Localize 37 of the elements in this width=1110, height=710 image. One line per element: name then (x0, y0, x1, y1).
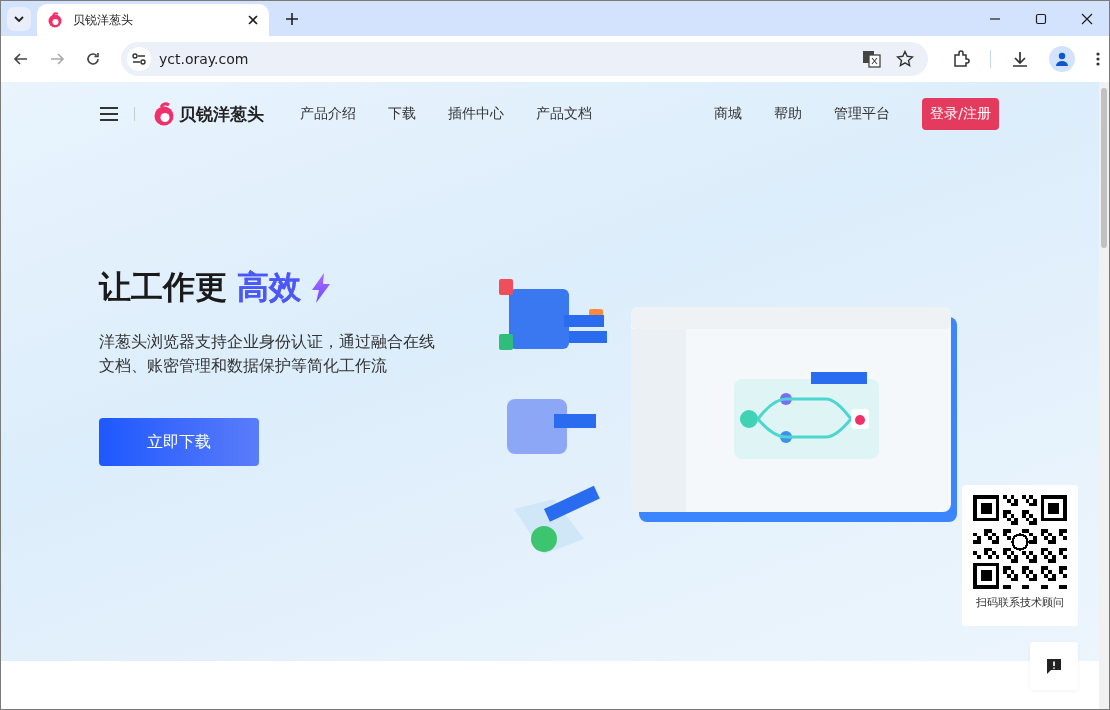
close-tab-icon[interactable] (247, 14, 259, 26)
new-tab-icon[interactable] (285, 11, 299, 26)
lightning-icon (311, 273, 331, 303)
login-button[interactable]: 登录/注册 (922, 98, 999, 130)
reload-icon[interactable] (85, 51, 101, 67)
nav-link[interactable]: 商城 (714, 105, 743, 123)
nav-link[interactable]: 插件中心 (448, 105, 504, 123)
brand-name[interactable]: 贝锐洋葱头 (179, 102, 264, 126)
nav-link[interactable]: 帮助 (774, 105, 803, 123)
onion-logo-icon (153, 102, 175, 126)
download-icon[interactable] (1011, 50, 1029, 68)
hero-description: 洋葱头浏览器支持企业身份认证，通过融合在线文档、账密管理和数据保护等简化工作流 (99, 331, 436, 377)
browser-tab[interactable]: 贝锐洋葱头 (37, 4, 269, 36)
nav-link[interactable]: 下载 (388, 105, 416, 123)
profile-avatar-icon[interactable] (1049, 46, 1075, 72)
feedback-button[interactable] (1030, 642, 1078, 690)
address-bar[interactable]: yct.oray.com (121, 42, 928, 76)
menu-icon[interactable] (100, 107, 118, 121)
nav-link[interactable]: 产品介绍 (300, 105, 356, 123)
download-button[interactable]: 立即下载 (99, 418, 259, 466)
url-text: yct.oray.com (159, 51, 249, 67)
site-settings-icon[interactable] (127, 47, 151, 71)
tab-title: 贝锐洋葱头 (73, 11, 133, 29)
close-window-icon[interactable] (1081, 12, 1093, 25)
maximize-icon[interactable] (1035, 12, 1047, 25)
menu-dots-icon[interactable] (1095, 51, 1101, 67)
translate-icon[interactable] (862, 50, 882, 68)
hero-title: 让工作更 (99, 267, 227, 308)
nav-link[interactable]: 管理平台 (834, 105, 891, 123)
nav-link[interactable]: 产品文档 (536, 105, 592, 123)
qr-caption: 扫码联系技术顾问 (976, 595, 1064, 610)
tab-list-button[interactable] (7, 6, 31, 31)
onion-logo-icon (47, 12, 63, 28)
bookmark-star-icon[interactable] (896, 50, 914, 68)
extensions-puzzle-icon[interactable] (952, 50, 970, 68)
feedback-icon (1045, 657, 1063, 675)
back-arrow-icon[interactable] (13, 51, 29, 67)
